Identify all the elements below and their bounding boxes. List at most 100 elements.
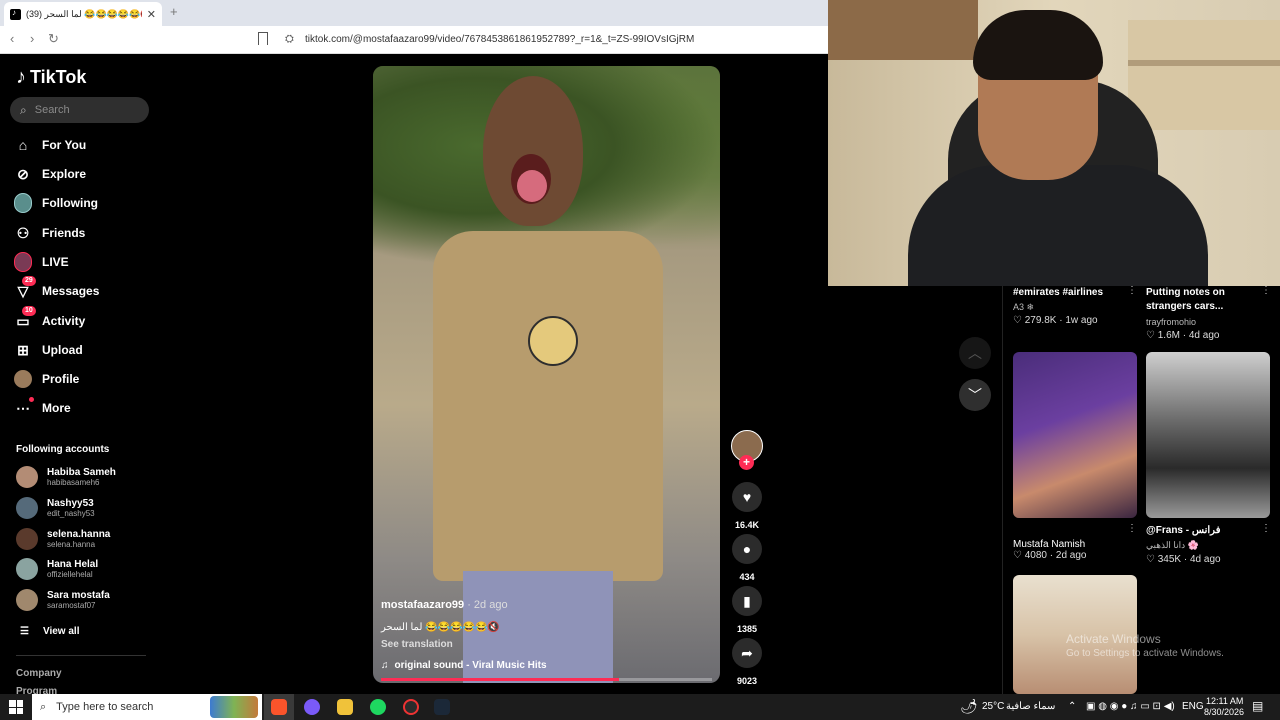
activate-windows-title: Activate Windows <box>1066 632 1161 646</box>
avatar <box>16 466 38 488</box>
browser-tab-bar: (39) لما السحر 😂😂😂😂😂🔇 ✕ + <box>0 0 828 26</box>
view-all-button[interactable]: ☰ View all <box>20 626 79 637</box>
clock-time[interactable]: 12:11 AM <box>1206 696 1243 706</box>
feed-likes: 1.6M <box>1157 330 1180 341</box>
reload-icon[interactable]: ↻ <box>48 31 59 47</box>
messages-icon: ▽ 29 <box>14 276 36 300</box>
feed-thumbnail[interactable] <box>1013 352 1137 518</box>
forward-icon[interactable]: › <box>30 31 34 46</box>
nav-live[interactable]: LIVE <box>14 252 69 272</box>
account-item[interactable]: selena.hanna selena.hanna <box>16 528 110 550</box>
nav-profile[interactable]: Profile <box>14 369 79 389</box>
video-sound[interactable]: ♫ original sound - Viral Music Hits <box>381 660 547 671</box>
back-icon[interactable]: ‹ <box>10 31 14 46</box>
feed-item-author[interactable]: trayfromohio <box>1146 317 1196 327</box>
search-placeholder: Search <box>34 104 70 116</box>
video-caption: لما السحر 😂😂😂😂😂🔇 <box>381 622 500 633</box>
feed-item-author[interactable]: دانا الذهبي 🌸 <box>1146 540 1199 551</box>
nav-for-you[interactable]: ⌂ For You <box>14 135 86 155</box>
site-info-icon[interactable]: ⛭ <box>285 33 294 46</box>
nav-label: Upload <box>42 343 83 357</box>
share-count: 9023 <box>736 676 758 686</box>
comment-button[interactable]: ● 434 <box>731 534 763 582</box>
heart-outline-icon: ♡ <box>1146 330 1155 341</box>
account-name: Sara mostafa <box>47 589 110 601</box>
company-link[interactable]: Company <box>16 668 62 679</box>
feed-item-title[interactable]: Putting notes on strangers cars... <box>1146 286 1256 314</box>
weather-temp[interactable]: 25°C <box>982 701 1004 712</box>
save-button[interactable]: ▮ 1385 <box>731 586 763 634</box>
like-button[interactable]: ♥ 16.4K <box>731 482 763 530</box>
tiktok-logo[interactable]: ♪ TikTok <box>16 66 86 89</box>
see-translation-link[interactable]: See translation <box>381 639 453 650</box>
account-item[interactable]: Nashyy53 edit_nashy53 <box>16 497 95 519</box>
like-count: 16.4K <box>734 520 760 530</box>
avatar <box>16 558 38 580</box>
video-progress-bar[interactable] <box>381 678 712 681</box>
feed-thumbnail[interactable] <box>1146 352 1270 518</box>
video-player[interactable]: mostafaazaro99 · 2d ago لما السحر 😂😂😂😂😂🔇… <box>373 66 720 683</box>
nav-label: More <box>42 401 71 415</box>
taskbar-search-input[interactable]: ⌕ Type here to search <box>32 694 262 720</box>
account-item[interactable]: Sara mostafa saramostaf07 <box>16 589 110 611</box>
notification-icon[interactable]: ▤ <box>1252 699 1263 713</box>
obs-icon[interactable] <box>403 699 419 715</box>
upload-icon: ⊞ <box>17 341 29 358</box>
tray-expand-icon[interactable]: ⌃ <box>1068 701 1076 712</box>
following-accounts-heading: Following accounts <box>16 444 110 455</box>
browser-tab[interactable]: (39) لما السحر 😂😂😂😂😂🔇 ✕ <box>4 2 162 26</box>
kebab-icon[interactable]: ⋮ <box>1261 285 1271 296</box>
account-item[interactable]: Habiba Sameh habibasameh6 <box>16 466 116 488</box>
nav-label: Profile <box>42 372 80 386</box>
nav-activity[interactable]: ▭ 10 Activity <box>14 306 85 331</box>
bookmark-icon[interactable] <box>258 32 268 45</box>
save-count: 1385 <box>736 624 758 634</box>
tab-close-icon[interactable]: ✕ <box>147 8 156 21</box>
language-indicator[interactable]: ENG <box>1182 701 1204 712</box>
account-item[interactable]: Hana Helal offiziellehelal <box>16 558 98 580</box>
tiktok-note-icon: ♪ <box>16 66 26 88</box>
brave-browser-icon[interactable] <box>271 699 287 715</box>
discord-icon[interactable] <box>304 699 320 715</box>
tray-icons[interactable]: ▣ ◍ ◉ ● ♫ ▭ ⊡ ◀) <box>1086 701 1175 712</box>
previous-video-button[interactable]: ︿ <box>959 337 991 369</box>
following-avatar-icon <box>14 193 32 213</box>
file-explorer-icon[interactable] <box>337 699 353 715</box>
video-author[interactable]: mostafaazaro99 · 2d ago <box>381 599 508 611</box>
kebab-icon[interactable]: ⋮ <box>1127 523 1137 534</box>
feed-likes: 345K <box>1157 554 1182 565</box>
nav-friends[interactable]: ⚇ Friends <box>14 223 86 243</box>
url-field[interactable]: tiktok.com/@mostafaazaro99/video/7678453… <box>305 34 694 45</box>
next-video-button[interactable]: ﹀ <box>959 379 991 411</box>
spotify-icon[interactable] <box>370 699 386 715</box>
music-note-icon: ♫ <box>381 660 389 671</box>
sound-label: original sound - Viral Music Hits <box>394 660 547 671</box>
author-name[interactable]: mostafaazaro99 <box>381 599 464 611</box>
feed-item-title[interactable]: #emirates #airlines <box>1013 286 1103 300</box>
search-input[interactable]: ⌕ Search <box>10 97 149 123</box>
kebab-icon[interactable]: ⋮ <box>1127 285 1137 296</box>
feed-item-author[interactable]: A3 ❄ <box>1013 302 1034 313</box>
clock-date[interactable]: 8/30/2026 <box>1204 707 1244 717</box>
account-name: Nashyy53 <box>47 497 94 509</box>
friends-icon: ⚇ <box>16 224 30 241</box>
kebab-icon[interactable]: ⋮ <box>1261 523 1271 534</box>
weather-icon: 🌶 <box>960 698 978 714</box>
nav-more[interactable]: ⋯ More <box>14 397 71 418</box>
feed-item-meta: ♡ 345K · 4d ago <box>1146 554 1221 565</box>
new-tab-icon[interactable]: + <box>170 4 178 19</box>
heart-icon: ♥ <box>732 482 762 512</box>
steam-icon[interactable] <box>434 699 450 715</box>
feed-item-title[interactable]: @Frans - فرانس <box>1146 524 1220 538</box>
nav-upload[interactable]: ⊞ Upload <box>14 340 83 360</box>
nav-following[interactable]: Following <box>14 193 98 213</box>
windows-start-icon[interactable] <box>9 700 23 714</box>
view-all-label: View all <box>42 626 80 637</box>
shirt-logo-image <box>528 316 578 366</box>
nav-messages[interactable]: ▽ 29 Messages <box>14 276 99 301</box>
address-bar: ‹ › ↻ ⛭ tiktok.com/@mostafaazaro99/video… <box>0 26 828 54</box>
follow-plus-icon[interactable]: + <box>739 455 754 470</box>
nav-explore[interactable]: ⊘ Explore <box>14 164 86 184</box>
share-button[interactable]: ➦ 9023 <box>731 638 763 686</box>
activity-icon: ▭ 10 <box>14 306 36 330</box>
